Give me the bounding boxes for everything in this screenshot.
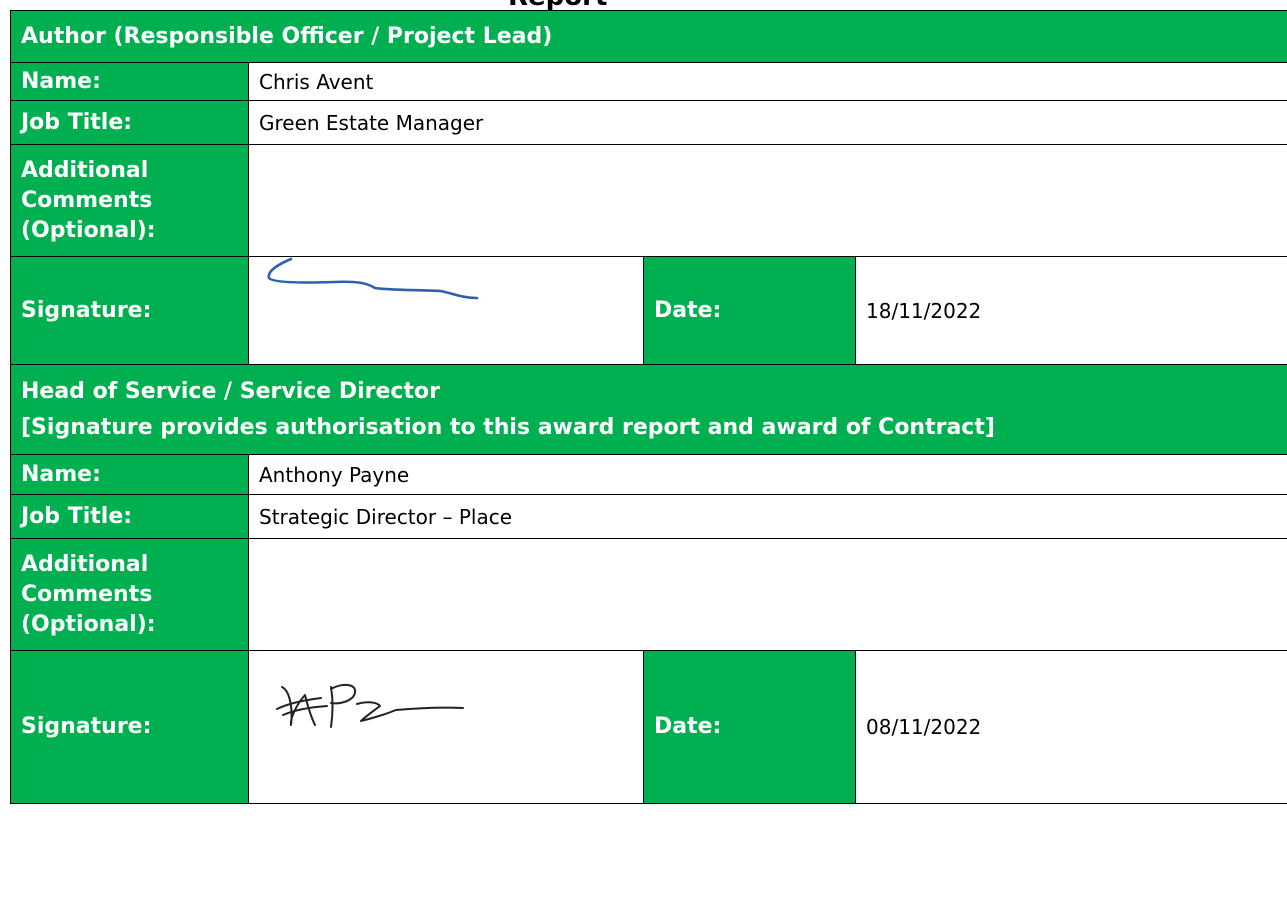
director-job-title-label: Job Title: <box>10 494 249 539</box>
director-job-title-value: Strategic Director – Place <box>247 494 1287 539</box>
author-comments-field <box>247 144 1287 257</box>
director-section-header-row: Head of Service / Service Director [Sign… <box>9 364 1287 455</box>
director-comments-field <box>247 538 1287 651</box>
author-signature-row: Signature: Date: 18/11/2022 <box>10 256 1287 365</box>
author-job-title-value: Green Estate Manager <box>247 100 1287 145</box>
director-name-label: Name: <box>10 454 249 495</box>
author-name-value: Chris Avent <box>247 62 1287 101</box>
author-name-label: Name: <box>10 62 249 101</box>
director-signature-row: Signature: Date: 08/11/2022 <box>10 650 1287 804</box>
director-date-label: Date: <box>643 650 856 804</box>
author-signature-cell <box>248 256 644 365</box>
author-job-title-row: Job Title: Green Estate Manager <box>10 100 1287 145</box>
author-comments-row: Additional Comments (Optional): <box>10 144 1287 257</box>
director-date-value: 08/11/2022 <box>854 650 1287 804</box>
award-report-signoff-table: Author (Responsible Officer / Project Le… <box>9 10 1287 804</box>
author-job-title-label: Job Title: <box>10 100 249 145</box>
director-name-row: Name: Anthony Payne <box>10 454 1287 495</box>
author-signature-label: Signature: <box>10 256 249 365</box>
author-section-header-row: Author (Responsible Officer / Project Le… <box>9 10 1287 63</box>
director-name-value: Anthony Payne <box>247 454 1287 495</box>
clipped-heading: Report <box>508 0 607 10</box>
author-name-row: Name: Chris Avent <box>10 62 1287 101</box>
author-section-title: Author (Responsible Officer / Project Le… <box>9 10 1287 63</box>
director-comments-row: Additional Comments (Optional): <box>10 538 1287 651</box>
director-section-title: Head of Service / Service Director [Sign… <box>9 364 1287 455</box>
top-strip: Report <box>0 0 1287 10</box>
director-signature-image <box>276 683 464 728</box>
author-signature-image <box>267 257 479 300</box>
author-comments-label: Additional Comments (Optional): <box>10 144 249 257</box>
director-comments-label: Additional Comments (Optional): <box>10 538 249 651</box>
director-signature-cell <box>248 650 644 804</box>
author-date-value: 18/11/2022 <box>854 256 1287 365</box>
director-signature-label: Signature: <box>10 650 249 804</box>
director-job-title-row: Job Title: Strategic Director – Place <box>10 494 1287 539</box>
author-date-label: Date: <box>643 256 856 365</box>
